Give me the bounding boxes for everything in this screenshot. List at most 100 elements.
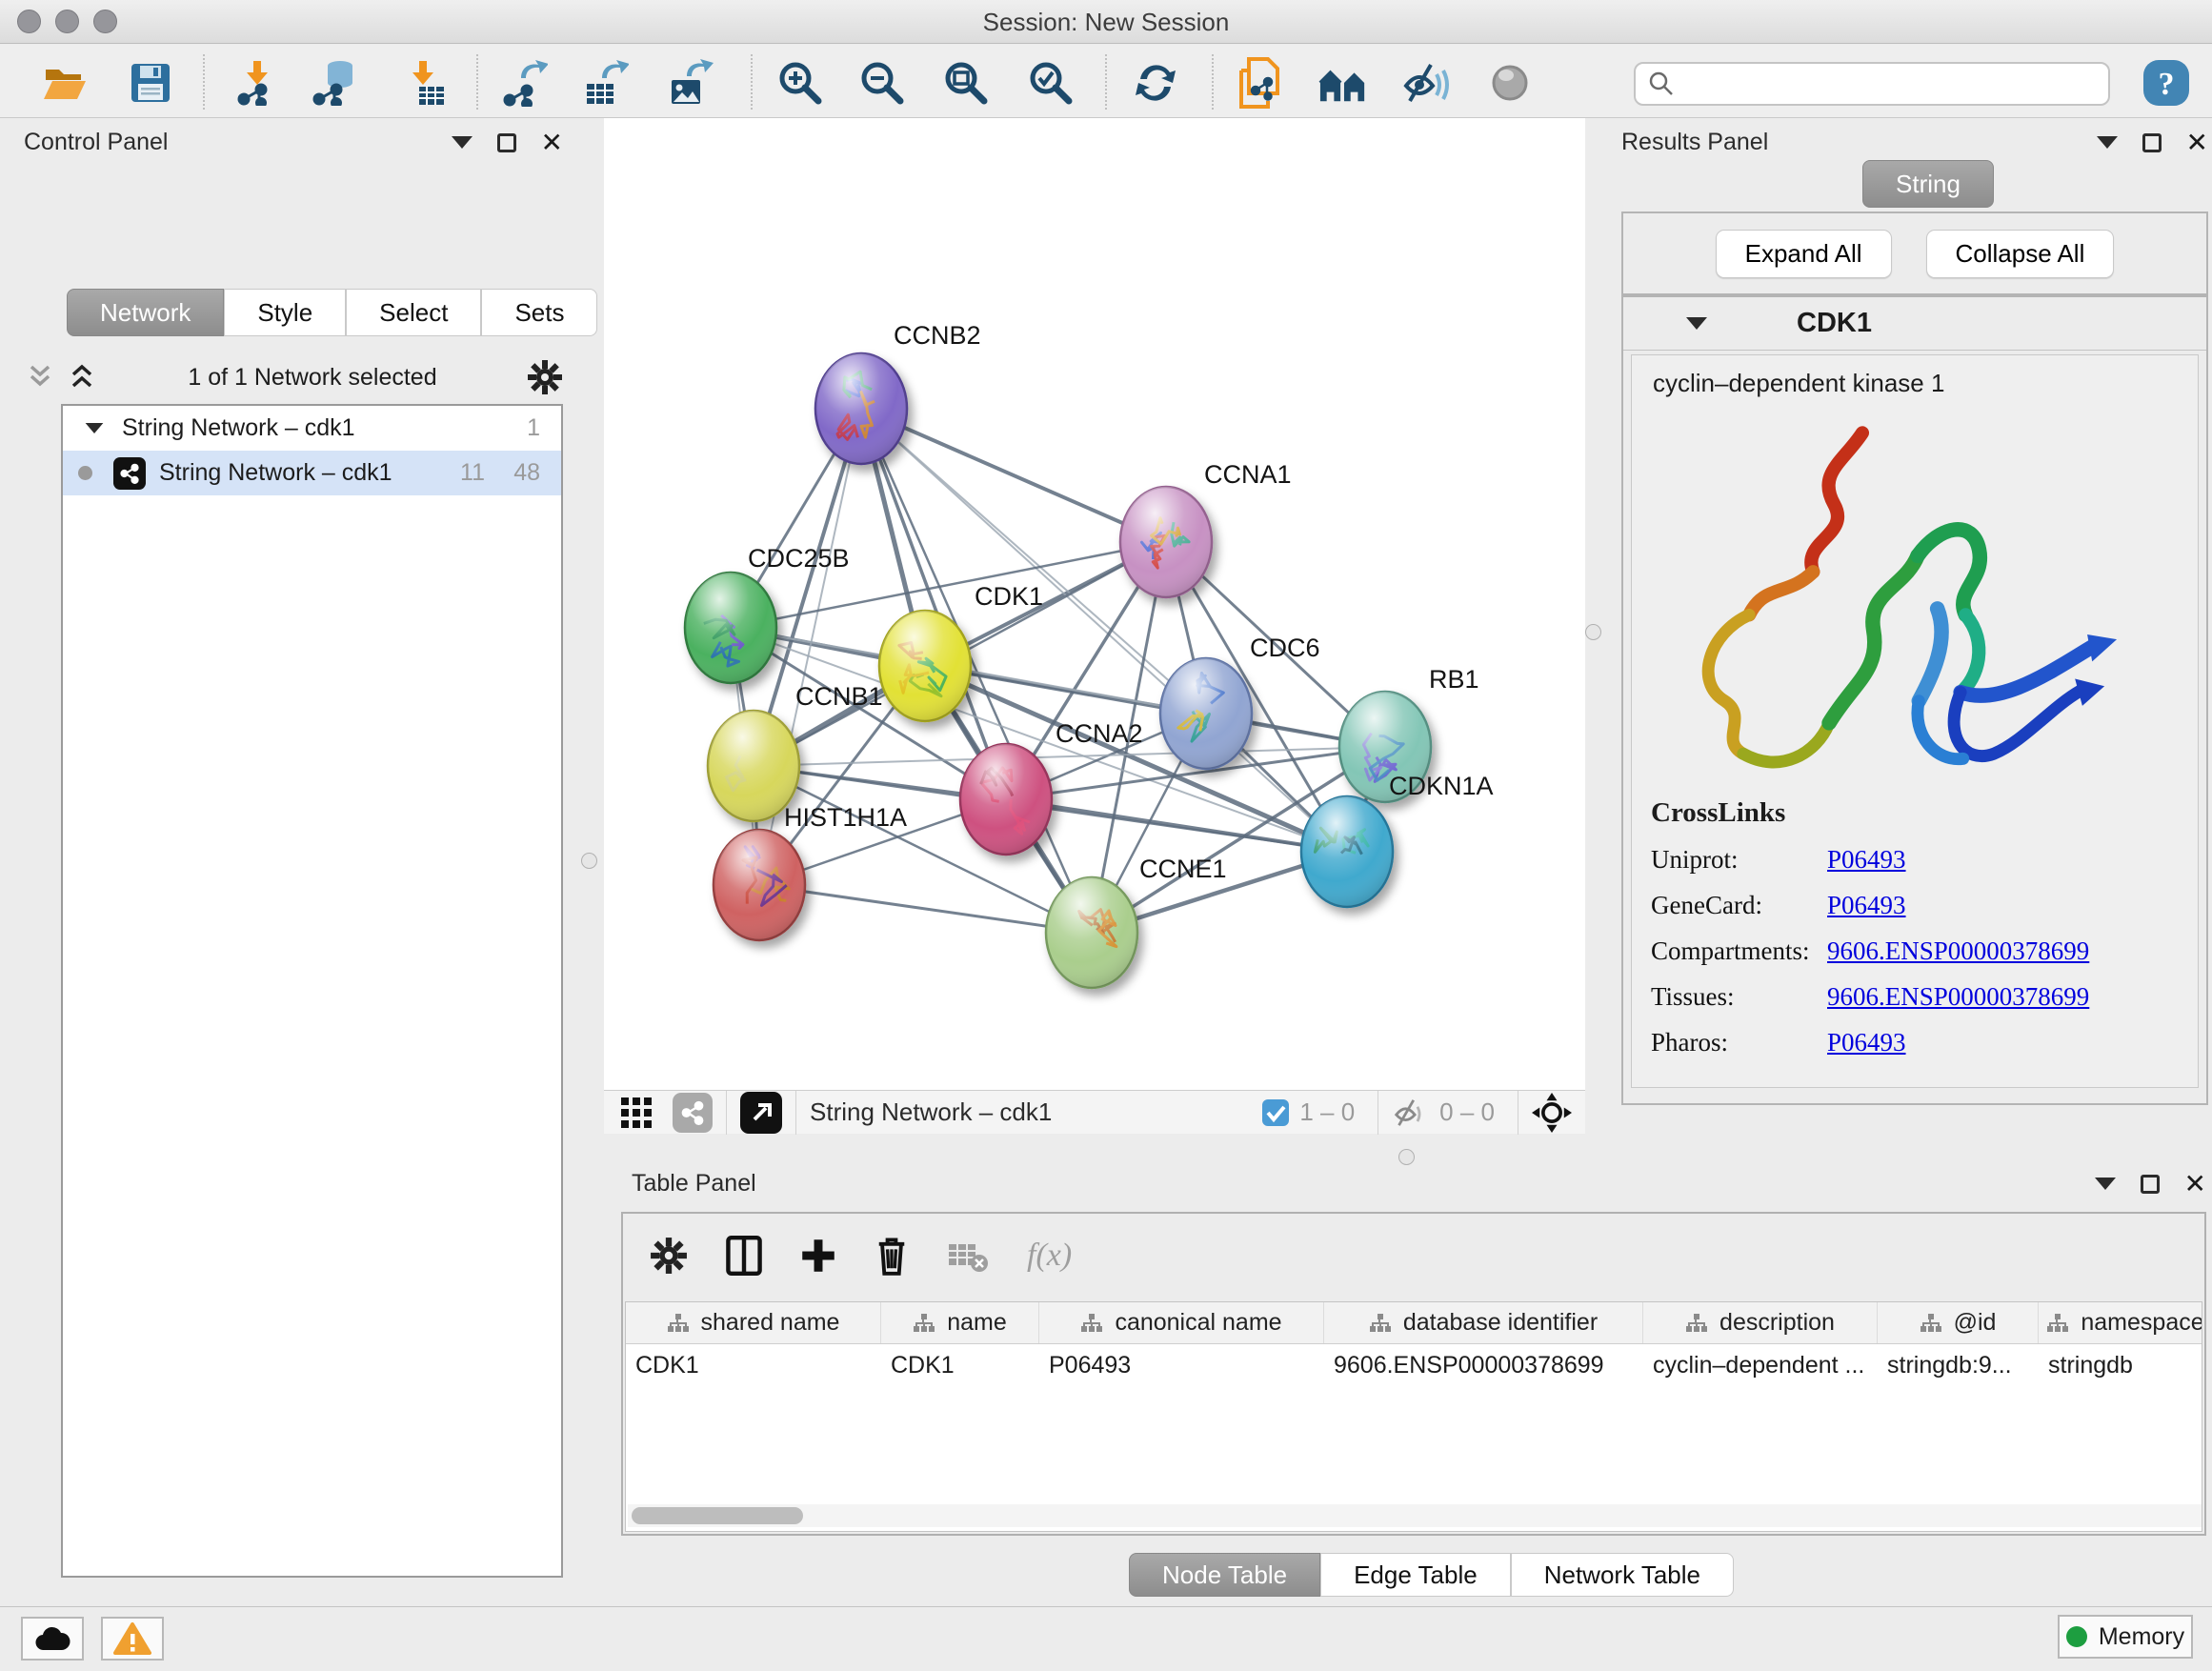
tab-network-table[interactable]: Network Table [1511, 1553, 1734, 1597]
gear-icon[interactable] [527, 359, 563, 395]
collapse-panel-icon[interactable] [452, 136, 473, 149]
zoom-out-icon[interactable] [857, 58, 907, 108]
float-panel-icon[interactable] [2142, 133, 2162, 152]
node-table[interactable]: shared namenamecanonical namedatabase id… [625, 1301, 2202, 1532]
collection-expand-icon[interactable] [86, 423, 104, 433]
tab-node-table[interactable]: Node Table [1129, 1553, 1320, 1597]
warnings-button[interactable] [101, 1617, 164, 1661]
left-splitter-handle[interactable] [581, 853, 597, 869]
network-node-CCNB2[interactable]: CCNB2 [815, 321, 981, 464]
column-header-namespace[interactable]: namespace [2039, 1302, 2202, 1343]
close-panel-icon[interactable]: ✕ [2184, 1175, 2206, 1194]
close-panel-icon[interactable]: ✕ [2186, 133, 2208, 152]
save-session-icon[interactable] [126, 58, 175, 108]
cell-description[interactable]: cyclin–dependent ... [1643, 1344, 1878, 1386]
column-header-shared-name[interactable]: shared name [626, 1302, 881, 1343]
clone-network-icon[interactable] [1235, 58, 1284, 108]
grid-view-icon[interactable] [619, 1096, 654, 1130]
network-row-selected[interactable]: String Network – cdk1 11 48 [63, 451, 561, 495]
float-panel-icon[interactable] [2141, 1175, 2160, 1194]
table-row[interactable]: CDK1CDK1P064939606.ENSP00000378699cyclin… [626, 1344, 2202, 1386]
crosslink-link[interactable]: P06493 [1827, 1028, 1906, 1057]
float-panel-icon[interactable] [497, 133, 516, 152]
cell-name[interactable]: CDK1 [881, 1344, 1039, 1386]
network-node-CCNA2[interactable]: CCNA2 [960, 719, 1143, 855]
zoom-in-icon[interactable] [775, 58, 825, 108]
zoom-fit-icon[interactable] [941, 58, 991, 108]
search-input[interactable] [1683, 70, 2108, 98]
cell--id[interactable]: stringdb:9... [1878, 1344, 2039, 1386]
zoom-selected-icon[interactable] [1026, 58, 1076, 108]
cdk1-section-header[interactable]: CDK1 [1623, 297, 2206, 351]
string-badge-icon[interactable] [673, 1093, 713, 1133]
export-image-icon[interactable] [665, 58, 714, 108]
tab-network[interactable]: Network [67, 289, 224, 336]
import-table-icon[interactable] [398, 58, 448, 108]
delete-column-icon[interactable] [875, 1236, 909, 1276]
network-node-CCNA1[interactable]: CCNA1 [1120, 460, 1292, 597]
network-node-CDK1[interactable]: CDK1 [879, 582, 1043, 721]
fit-content-crosshair-icon[interactable] [1532, 1093, 1572, 1133]
network-node-CDC6[interactable]: CDC6 [1160, 634, 1320, 769]
network-node-CCNE1[interactable]: CCNE1 [1046, 855, 1227, 988]
cell-canonical-name[interactable]: P06493 [1039, 1344, 1324, 1386]
import-network-icon[interactable] [232, 58, 282, 108]
collapse-all-icon[interactable] [24, 363, 56, 392]
table-horizontal-scrollbar[interactable] [628, 1504, 2202, 1527]
section-collapse-icon[interactable] [1686, 317, 1707, 330]
close-panel-icon[interactable]: ✕ [541, 133, 563, 152]
control-panel-tabs: Network Style Select Sets [67, 289, 597, 336]
open-session-icon[interactable] [40, 58, 90, 108]
help-icon[interactable]: ? [2142, 58, 2191, 108]
tab-style[interactable]: Style [224, 289, 346, 336]
tab-string[interactable]: String [1862, 160, 1994, 208]
tab-select[interactable]: Select [346, 289, 481, 336]
crosslink-row: GeneCard:P06493 [1651, 891, 2198, 920]
cloud-button[interactable] [21, 1617, 84, 1661]
first-neighbors-icon[interactable] [1318, 58, 1368, 108]
tab-sets[interactable]: Sets [481, 289, 597, 336]
collapse-panel-icon[interactable] [2095, 1178, 2116, 1190]
gear-icon[interactable] [650, 1237, 688, 1275]
selected-checkbox-icon[interactable] [1261, 1098, 1290, 1127]
column-header-name[interactable]: name [881, 1302, 1039, 1343]
network-node-HIST1H1A[interactable]: HIST1H1A [714, 803, 907, 940]
tab-edge-table[interactable]: Edge Table [1320, 1553, 1511, 1597]
network-node-CDKN1A[interactable]: CDKN1A [1301, 772, 1494, 907]
crosslink-link[interactable]: 9606.ENSP00000378699 [1827, 936, 2089, 966]
export-table-icon[interactable] [580, 58, 630, 108]
bottom-splitter-handle[interactable] [1398, 1149, 1415, 1165]
collapse-panel-icon[interactable] [2097, 136, 2118, 149]
right-splitter-handle[interactable] [1585, 624, 1601, 640]
network-collection-row[interactable]: String Network – cdk1 1 [63, 406, 561, 451]
cell-database-identifier[interactable]: 9606.ENSP00000378699 [1324, 1344, 1643, 1386]
search-box[interactable] [1634, 62, 2110, 106]
hide-selected-icon[interactable] [1402, 58, 1452, 108]
hidden-eye-icon[interactable] [1392, 1097, 1430, 1128]
column-header-canonical-name[interactable]: canonical name [1039, 1302, 1324, 1343]
import-network-from-database-icon[interactable] [311, 58, 360, 108]
select-columns-icon[interactable] [726, 1236, 762, 1276]
scrollbar-thumb[interactable] [632, 1507, 803, 1524]
crosslink-link[interactable]: P06493 [1827, 845, 1906, 875]
birds-eye-view-icon[interactable] [740, 1092, 782, 1134]
memory-button[interactable]: Memory [2058, 1615, 2193, 1659]
network-canvas[interactable]: CCNB2CCNA1CDC25BCDK1CDC6RB1CCNB1CCNA2CDK… [604, 118, 1585, 1090]
network-node-CCNB1[interactable]: CCNB1 [708, 682, 883, 821]
add-column-icon[interactable] [800, 1238, 836, 1274]
cell-namespace[interactable]: stringdb [2039, 1344, 2202, 1386]
column-header-database-identifier[interactable]: database identifier [1324, 1302, 1643, 1343]
expand-all-button[interactable]: Expand All [1716, 230, 1892, 278]
expand-all-icon[interactable] [66, 363, 98, 392]
crosslink-link[interactable]: 9606.ENSP00000378699 [1827, 982, 2089, 1012]
column-header--id[interactable]: @id [1878, 1302, 2039, 1343]
crosslink-link[interactable]: P06493 [1827, 891, 1906, 920]
column-header-description[interactable]: description [1643, 1302, 1878, 1343]
cell-shared-name[interactable]: CDK1 [626, 1344, 881, 1386]
show-all-icon[interactable] [1485, 58, 1535, 108]
refresh-layout-icon[interactable] [1131, 58, 1180, 108]
crosslink-row: Uniprot:P06493 [1651, 845, 2198, 875]
export-network-icon[interactable] [499, 58, 549, 108]
table-panel-title: Table Panel [632, 1170, 756, 1198]
collapse-all-button[interactable]: Collapse All [1926, 230, 2115, 278]
